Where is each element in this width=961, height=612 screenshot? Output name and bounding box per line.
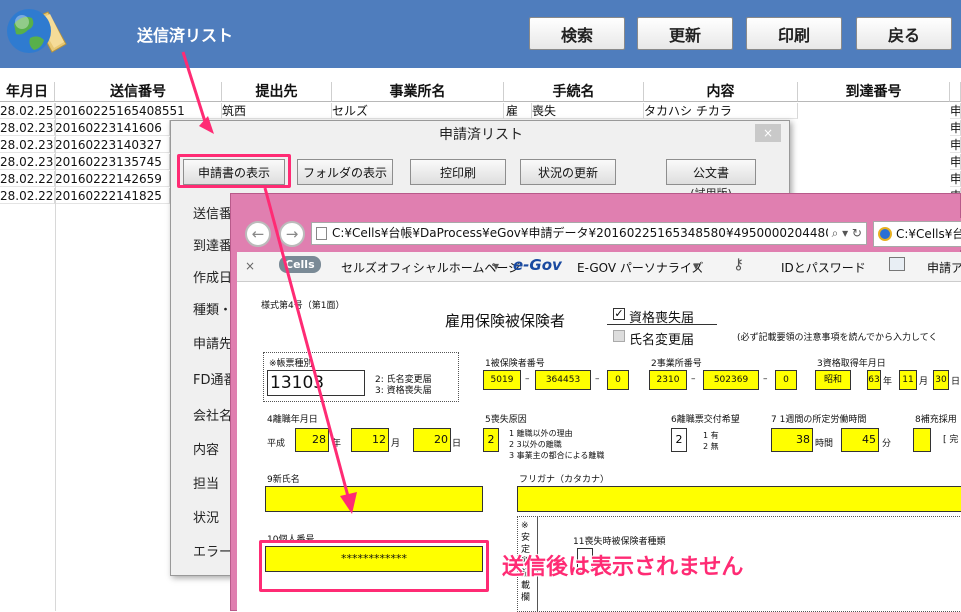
- arrow-head-2: [340, 492, 357, 514]
- annotation-caption: 送信後は表示されません: [502, 555, 744, 580]
- annotation-arrows: [181, 51, 357, 514]
- arrow-line-2: [263, 187, 351, 501]
- arrow-line-1: [181, 51, 209, 129]
- arrow-head-1: [199, 116, 214, 134]
